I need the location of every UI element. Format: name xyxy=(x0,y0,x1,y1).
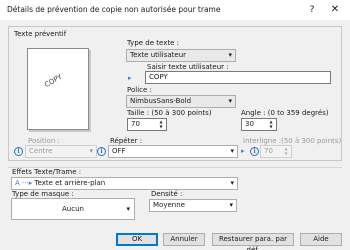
text-effects-value: Texte et arrière-plan xyxy=(34,179,106,187)
density-value: Moyenne xyxy=(153,201,185,209)
line-spacing-stepper: 70 ▲ ▼ xyxy=(260,145,292,158)
position-label: Position : xyxy=(28,137,60,145)
repeat-value: OFF xyxy=(112,147,126,155)
help-button[interactable]: Aide xyxy=(300,233,342,246)
arrow-right-icon: ▸ xyxy=(128,74,132,82)
close-icon[interactable]: ✕ xyxy=(328,3,342,17)
info-icon[interactable]: i xyxy=(14,147,23,156)
stepper-arrows-icon: ▲ ▼ xyxy=(284,146,288,156)
mask-type-select[interactable]: Aucun ▾ xyxy=(11,198,135,220)
repeat-select[interactable]: OFF ▾ xyxy=(108,145,238,158)
arrow-right-icon: ▸ xyxy=(241,147,245,155)
chevron-down-icon: ▾ xyxy=(230,179,234,187)
cancel-button[interactable]: Annuler xyxy=(163,233,205,246)
size-label: Taille : (50 à 300 points) xyxy=(127,109,212,117)
text-type-value: Texte utilisateur xyxy=(130,51,187,59)
user-text-input[interactable]: COPY xyxy=(145,71,331,84)
info-icon[interactable]: i xyxy=(250,147,259,156)
chevron-down-icon: ▾ xyxy=(228,97,232,105)
size-value: 70 xyxy=(131,120,140,128)
position-value: Centre xyxy=(29,147,53,155)
preview-page: COPY xyxy=(27,48,89,130)
position-select: Centre ▾ xyxy=(25,145,97,158)
restore-defaults-button[interactable]: Restaurer para. par déf. xyxy=(212,233,294,250)
angle-label: Angle : (0 to 359 degrés) xyxy=(241,109,329,117)
preview-copy-text: COPY xyxy=(43,72,64,90)
ok-button[interactable]: OK xyxy=(116,233,158,246)
text-effects-label: Effets Texte/Trame : xyxy=(12,168,82,176)
info-icon[interactable]: i xyxy=(97,147,106,156)
text-type-label: Type de texte : xyxy=(127,39,179,47)
text-type-select[interactable]: Texte utilisateur ▾ xyxy=(126,49,236,62)
font-label: Police : xyxy=(127,86,152,94)
chevron-down-icon: ▾ xyxy=(126,205,130,213)
angle-value: 30 xyxy=(245,120,254,128)
stepper-arrows-icon[interactable]: ▲ ▼ xyxy=(267,119,275,130)
size-stepper[interactable]: 70 ▲ ▼ xyxy=(127,118,167,131)
text-background-icon: A ···▸ xyxy=(15,179,33,187)
title-bar: Détails de prévention de copie non autor… xyxy=(0,0,350,20)
repeat-label: Répéter : xyxy=(110,137,143,145)
help-icon[interactable]: ? xyxy=(305,3,319,17)
font-select[interactable]: NimbusSans-Bold ▾ xyxy=(126,95,236,108)
user-text-label: Saisir texte utilisateur : xyxy=(147,63,229,71)
chevron-down-icon: ▾ xyxy=(230,147,234,155)
font-value: NimbusSans-Bold xyxy=(130,97,192,105)
user-text-value: COPY xyxy=(149,73,168,81)
chevron-down-icon: ▾ xyxy=(229,201,233,209)
stepper-arrows-icon[interactable]: ▲ ▼ xyxy=(157,119,165,130)
mask-type-value: Aucun xyxy=(62,205,84,213)
chevron-down-icon: ▾ xyxy=(228,51,232,59)
chevron-down-icon: ▾ xyxy=(89,147,93,155)
mask-type-label: Type de masque : xyxy=(12,190,74,198)
group-label: Texte préventif xyxy=(14,30,67,38)
line-spacing-value: 70 xyxy=(264,147,273,155)
line-spacing-label: Interligne :(50 à 300 points) xyxy=(243,137,342,145)
angle-stepper[interactable]: 30 ▲ ▼ xyxy=(241,118,277,131)
text-effects-select[interactable]: A ···▸ Texte et arrière-plan ▾ xyxy=(11,177,238,190)
density-select[interactable]: Moyenne ▾ xyxy=(149,199,237,212)
density-label: Densité : xyxy=(151,190,183,198)
window-title: Détails de prévention de copie non autor… xyxy=(7,5,221,14)
